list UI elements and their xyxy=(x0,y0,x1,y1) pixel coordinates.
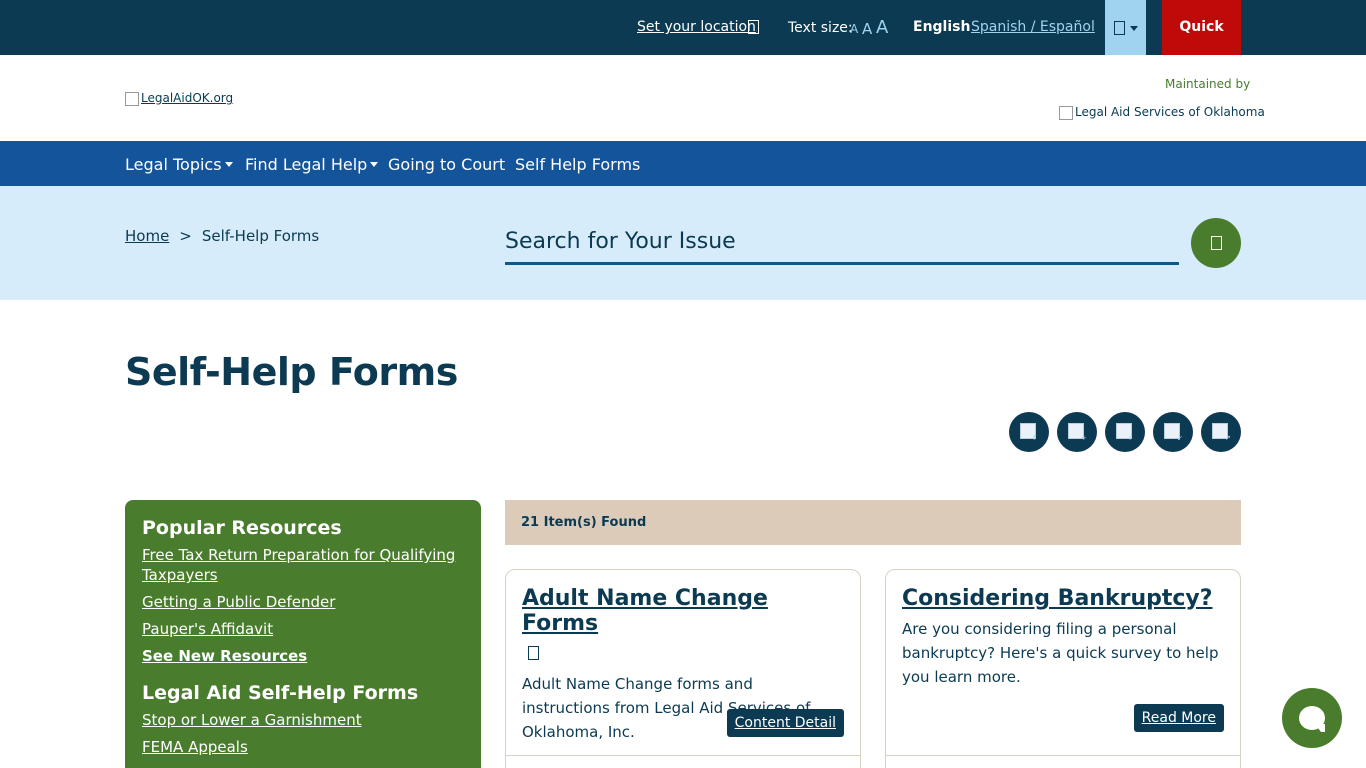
chevron-down-icon xyxy=(370,161,379,167)
see-new-resources-link[interactable]: See New Resources xyxy=(142,646,464,666)
card-title-link[interactable]: Adult Name Change Forms xyxy=(522,586,844,636)
text-size-label: Text size: xyxy=(788,20,853,36)
nav-item-label: Find Legal Help xyxy=(245,155,368,174)
breadcrumb-separator: > xyxy=(179,227,192,245)
breadcrumb-current: Self-Help Forms xyxy=(201,227,320,245)
site-header: LegalAidOK.org Maintained by Legal Aid S… xyxy=(0,55,1366,141)
nav-item-label: Legal Topics xyxy=(125,155,222,174)
card-title-link[interactable]: Considering Bankruptcy? xyxy=(902,586,1224,611)
translate-icon xyxy=(1114,21,1125,35)
utility-bar: Set your location Text size: A A A Engli… xyxy=(0,0,1366,90)
sidebar-link[interactable]: Getting a Public Defender xyxy=(142,592,464,612)
breadcrumb-home-link[interactable]: Home xyxy=(125,227,169,245)
text-size-small-button[interactable]: A xyxy=(850,22,858,36)
nav-item-self-help-forms[interactable]: Self Help Forms xyxy=(515,155,640,174)
popular-resources-heading: Popular Resources xyxy=(142,517,342,539)
search-input[interactable]: Search for Your Issue xyxy=(505,226,1179,265)
partner-logo-alt: Legal Aid Services of Oklahoma xyxy=(1075,105,1265,119)
chat-button[interactable] xyxy=(1282,688,1342,748)
site-logo[interactable]: LegalAidOK.org xyxy=(125,91,233,106)
text-size-large-button[interactable]: A xyxy=(876,17,888,38)
result-card: Considering Bankruptcy? Are you consider… xyxy=(885,569,1241,768)
quick-exit-button[interactable]: Quick Exit xyxy=(1162,0,1241,90)
share-add-button[interactable]: + xyxy=(1057,412,1097,452)
sidebar-link[interactable]: FEMA Appeals xyxy=(142,737,464,757)
results-count: 21 Item(s) Found xyxy=(505,500,1241,545)
share-linkedin-button[interactable]: i xyxy=(1105,412,1145,452)
result-card: Adult Name Change Forms Adult Name Chang… xyxy=(505,569,861,768)
nav-item-going-to-court[interactable]: Going to Court xyxy=(388,155,505,174)
share-link-button[interactable]: ↙ xyxy=(1153,412,1193,452)
sidebar-link[interactable]: Stop or Lower a Garnishment xyxy=(142,710,464,730)
broken-image-icon xyxy=(1059,105,1073,120)
read-more-button[interactable]: Read More xyxy=(1133,704,1224,732)
page-title: Self-Help Forms xyxy=(125,350,458,394)
nav-item-find-legal-help[interactable]: Find Legal Help xyxy=(245,155,379,174)
share-tag: ↗ xyxy=(1225,434,1231,442)
partner-logo[interactable]: Legal Aid Services of Oklahoma xyxy=(1059,105,1265,120)
broken-image-icon xyxy=(125,91,139,106)
card-divider xyxy=(886,755,1240,756)
self-help-forms-heading: Legal Aid Self-Help Forms xyxy=(142,682,419,704)
chevron-down-icon xyxy=(1130,26,1138,31)
main-nav: Legal Topics Find Legal Help Going to Co… xyxy=(0,141,1366,186)
sidebar: Popular Resources Free Tax Return Prepar… xyxy=(125,500,481,768)
chat-bubble-tail xyxy=(1315,724,1325,732)
text-size-medium-button[interactable]: A xyxy=(862,20,872,38)
breadcrumb: Home > Self-Help Forms xyxy=(125,227,319,245)
set-location-link[interactable]: Set your location xyxy=(637,19,756,35)
maintained-by-label: Maintained by xyxy=(1165,77,1251,91)
share-tag: ↙ xyxy=(1177,434,1183,442)
location-icon[interactable] xyxy=(748,20,759,34)
chevron-down-icon xyxy=(224,161,233,167)
document-icon xyxy=(528,646,539,660)
card-divider xyxy=(506,755,860,756)
nav-item-legal-topics[interactable]: Legal Topics xyxy=(125,155,233,174)
translate-dropdown[interactable] xyxy=(1105,0,1146,55)
share-tag: i xyxy=(1129,434,1131,442)
content-detail-button[interactable]: Content Detail xyxy=(726,709,844,737)
search-button[interactable] xyxy=(1191,218,1241,268)
site-logo-alt: LegalAidOK.org xyxy=(141,91,234,105)
sidebar-link[interactable]: Pauper's Affidavit xyxy=(142,619,464,639)
share-print-button[interactable]: ↗ xyxy=(1201,412,1241,452)
language-spanish-link[interactable]: Spanish / Español xyxy=(971,19,1095,35)
share-tag: + xyxy=(1081,434,1087,442)
search-band: Home > Self-Help Forms Search for Your Iss… xyxy=(0,186,1366,300)
card-description: Are you considering filing a personal ba… xyxy=(902,620,1219,686)
share-facebook-button[interactable]: f xyxy=(1009,412,1049,452)
language-english: English xyxy=(913,19,971,35)
sidebar-link[interactable]: Free Tax Return Preparation for Qualifyi… xyxy=(142,545,464,585)
search-icon xyxy=(1211,236,1222,250)
share-tag: f xyxy=(1033,434,1036,442)
